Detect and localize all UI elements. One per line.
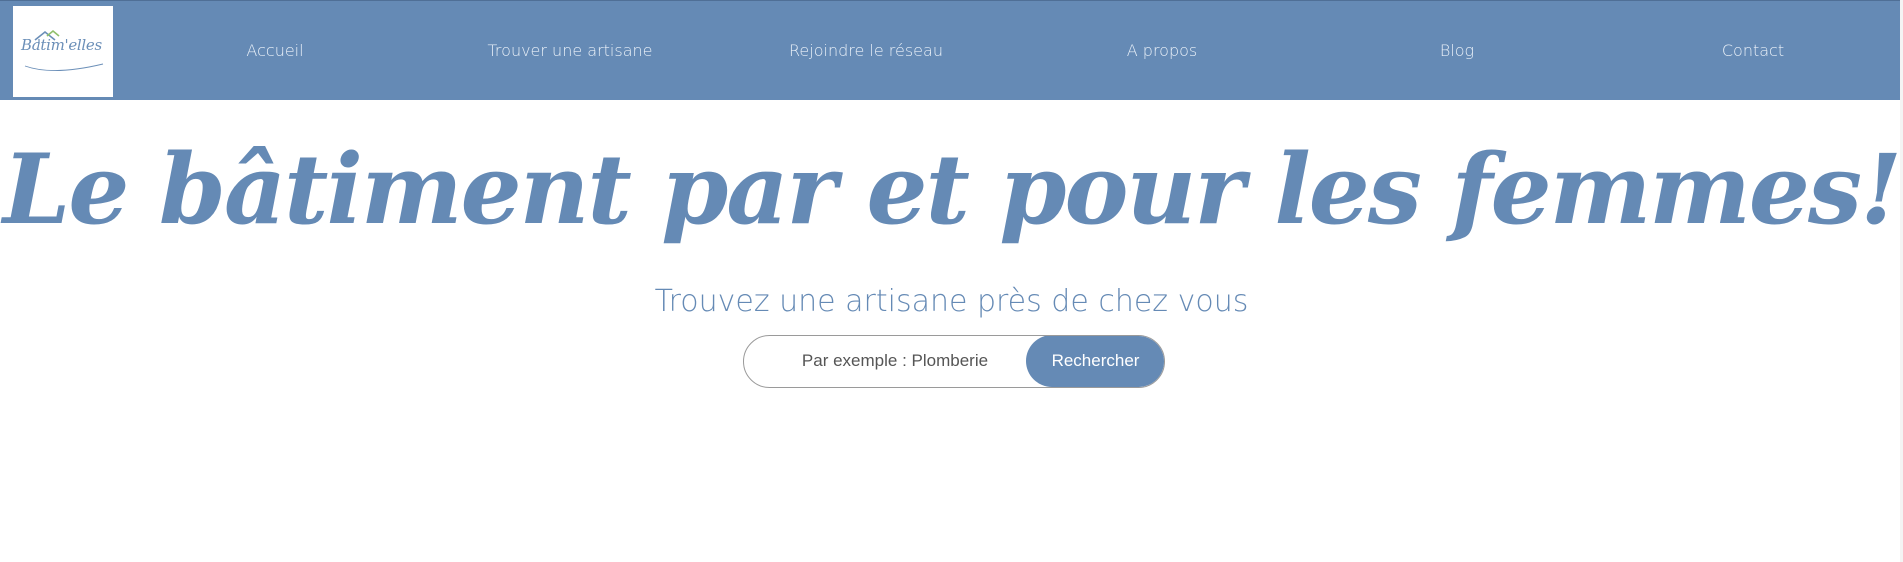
logo-wordmark: Batim'elles	[21, 36, 102, 54]
nav-item-blog[interactable]: Blog	[1440, 39, 1474, 63]
nav-item-contact[interactable]: Contact	[1722, 39, 1784, 63]
site-logo[interactable]: Batim'elles	[13, 6, 113, 97]
nav-item-rejoindre-le-reseau[interactable]: Rejoindre le réseau	[789, 39, 943, 63]
page: Batim'elles Accueil Trouver une artisane…	[0, 0, 1903, 562]
search-form: Rechercher	[743, 335, 1165, 388]
search-input[interactable]	[744, 336, 1024, 386]
top-navbar: Batim'elles Accueil Trouver une artisane…	[0, 0, 1903, 100]
nav-item-trouver-une-artisane[interactable]: Trouver une artisane	[488, 39, 653, 63]
hero-title: Le bâtiment par et pour les femmes!	[2, 133, 1902, 246]
nav-item-accueil[interactable]: Accueil	[246, 39, 303, 63]
hero-subtitle: Trouvez une artisane près de chez vous	[654, 284, 1249, 319]
nav-item-a-propos[interactable]: A propos	[1127, 39, 1197, 63]
search-button[interactable]: Rechercher	[1026, 336, 1164, 387]
